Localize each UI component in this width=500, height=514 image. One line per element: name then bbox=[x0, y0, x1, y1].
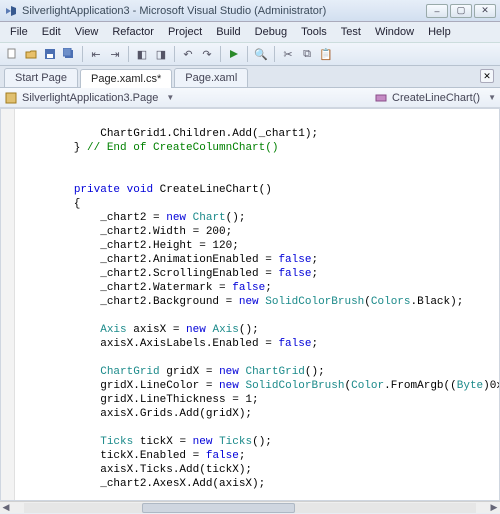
window-controls: – ▢ ✕ bbox=[426, 4, 496, 18]
window-title: SilverlightApplication3 - Microsoft Visu… bbox=[22, 5, 426, 17]
code-line bbox=[21, 324, 100, 336]
toolbar-sep bbox=[174, 46, 175, 62]
paste-icon[interactable]: 📋 bbox=[318, 46, 334, 62]
undo-icon[interactable]: ↶ bbox=[180, 46, 196, 62]
toolbar-sep bbox=[82, 46, 83, 62]
open-icon[interactable] bbox=[23, 46, 39, 62]
class-name: SilverlightApplication3.Page bbox=[22, 92, 158, 104]
chevron-down-icon: ▼ bbox=[488, 93, 496, 102]
menu-build[interactable]: Build bbox=[210, 24, 246, 40]
menu-refactor[interactable]: Refactor bbox=[106, 24, 160, 40]
member-dropdown[interactable]: CreateLineChart() ▼ bbox=[374, 91, 496, 105]
code-line: ChartGrid1.Children.Add(_chart1); bbox=[21, 128, 318, 140]
code-line bbox=[21, 436, 100, 448]
start-debug-icon[interactable] bbox=[226, 46, 242, 62]
code-line: _chart2.ScrollingEnabled = bbox=[21, 268, 278, 280]
toolbar-sep bbox=[247, 46, 248, 62]
code-line: _chart2.Watermark = bbox=[21, 282, 232, 294]
minimize-button[interactable]: – bbox=[426, 4, 448, 18]
menu-project[interactable]: Project bbox=[162, 24, 208, 40]
code-text: CreateLineChart() bbox=[153, 184, 272, 196]
redo-icon[interactable]: ↷ bbox=[199, 46, 215, 62]
code-keyword: private bbox=[74, 184, 120, 196]
code-line: gridX.LineColor = bbox=[21, 380, 219, 392]
menu-window[interactable]: Window bbox=[369, 24, 420, 40]
save-icon[interactable] bbox=[42, 46, 58, 62]
code-line: _chart2.AxesX.Add(axisX); bbox=[21, 478, 265, 490]
code-line: { bbox=[21, 198, 80, 210]
menu-view[interactable]: View bbox=[69, 24, 105, 40]
document-tabs: Start Page Page.xaml.cs* Page.xaml ✕ bbox=[0, 66, 500, 88]
code-keyword: void bbox=[127, 184, 153, 196]
menu-edit[interactable]: Edit bbox=[36, 24, 67, 40]
class-icon bbox=[4, 91, 18, 105]
menu-bar: File Edit View Refactor Project Build De… bbox=[0, 22, 500, 42]
tab-start-page[interactable]: Start Page bbox=[4, 68, 78, 87]
code-line bbox=[21, 366, 100, 378]
code-line: _chart2.Height = 120; bbox=[21, 240, 239, 252]
code-line: _chart2 = bbox=[21, 212, 166, 224]
code-line: _chart2.AnimationEnabled = bbox=[21, 254, 278, 266]
code-line: _chart2.Width = 200; bbox=[21, 226, 232, 238]
outdent-icon[interactable]: ⇤ bbox=[88, 46, 104, 62]
class-dropdown[interactable]: SilverlightApplication3.Page ▼ bbox=[4, 91, 374, 105]
toolbar-sep bbox=[128, 46, 129, 62]
tab-close-button[interactable]: ✕ bbox=[480, 69, 494, 83]
toolbar-sep bbox=[274, 46, 275, 62]
maximize-button[interactable]: ▢ bbox=[450, 4, 472, 18]
code-content[interactable]: ChartGrid1.Children.Add(_chart1); } // E… bbox=[1, 109, 500, 501]
cut-icon[interactable]: ✂ bbox=[280, 46, 296, 62]
tab-page-xaml[interactable]: Page.xaml bbox=[174, 68, 248, 87]
menu-help[interactable]: Help bbox=[422, 24, 457, 40]
menu-tools[interactable]: Tools bbox=[295, 24, 333, 40]
horizontal-scrollbar[interactable]: ◀ ▶ bbox=[0, 501, 500, 513]
menu-debug[interactable]: Debug bbox=[249, 24, 293, 40]
code-editor[interactable]: ChartGrid1.Children.Add(_chart1); } // E… bbox=[0, 108, 500, 501]
scroll-left-arrow-icon[interactable]: ◀ bbox=[0, 502, 12, 514]
find-icon[interactable]: 🔍 bbox=[253, 46, 269, 62]
method-icon bbox=[374, 91, 388, 105]
title-bar: SilverlightApplication3 - Microsoft Visu… bbox=[0, 0, 500, 22]
toolbar-sep bbox=[220, 46, 221, 62]
code-line: tickX.Enabled = bbox=[21, 450, 206, 462]
menu-test[interactable]: Test bbox=[335, 24, 367, 40]
save-all-icon[interactable] bbox=[61, 46, 77, 62]
code-line: axisX.AxisLabels.Enabled = bbox=[21, 338, 278, 350]
comment-icon[interactable]: ◧ bbox=[134, 46, 150, 62]
tab-page-xaml-cs[interactable]: Page.xaml.cs* bbox=[80, 69, 172, 88]
code-line: axisX.Ticks.Add(tickX); bbox=[21, 464, 252, 476]
code-line: gridX.LineThickness = 1; bbox=[21, 394, 259, 406]
new-file-icon[interactable] bbox=[4, 46, 20, 62]
code-navigation-bar: SilverlightApplication3.Page ▼ CreateLin… bbox=[0, 88, 500, 108]
vs-logo-icon bbox=[4, 4, 18, 18]
code-comment: // End of CreateColumnChart() bbox=[87, 142, 278, 154]
uncomment-icon[interactable]: ◨ bbox=[153, 46, 169, 62]
close-button[interactable]: ✕ bbox=[474, 4, 496, 18]
code-line: axisX.Grids.Add(gridX); bbox=[21, 408, 252, 420]
copy-icon[interactable]: ⧉ bbox=[299, 46, 315, 62]
member-name: CreateLineChart() bbox=[392, 92, 480, 104]
code-line: } bbox=[21, 142, 87, 154]
scrollbar-track[interactable] bbox=[24, 503, 476, 513]
menu-file[interactable]: File bbox=[4, 24, 34, 40]
toolbar: ⇤ ⇥ ◧ ◨ ↶ ↷ 🔍 ✂ ⧉ 📋 bbox=[0, 42, 500, 66]
scroll-right-arrow-icon[interactable]: ▶ bbox=[488, 502, 500, 514]
scrollbar-thumb[interactable] bbox=[142, 503, 296, 513]
code-line: _chart2.Background = bbox=[21, 296, 239, 308]
indent-icon[interactable]: ⇥ bbox=[107, 46, 123, 62]
chevron-down-icon: ▼ bbox=[166, 93, 174, 102]
code-line bbox=[21, 184, 74, 196]
